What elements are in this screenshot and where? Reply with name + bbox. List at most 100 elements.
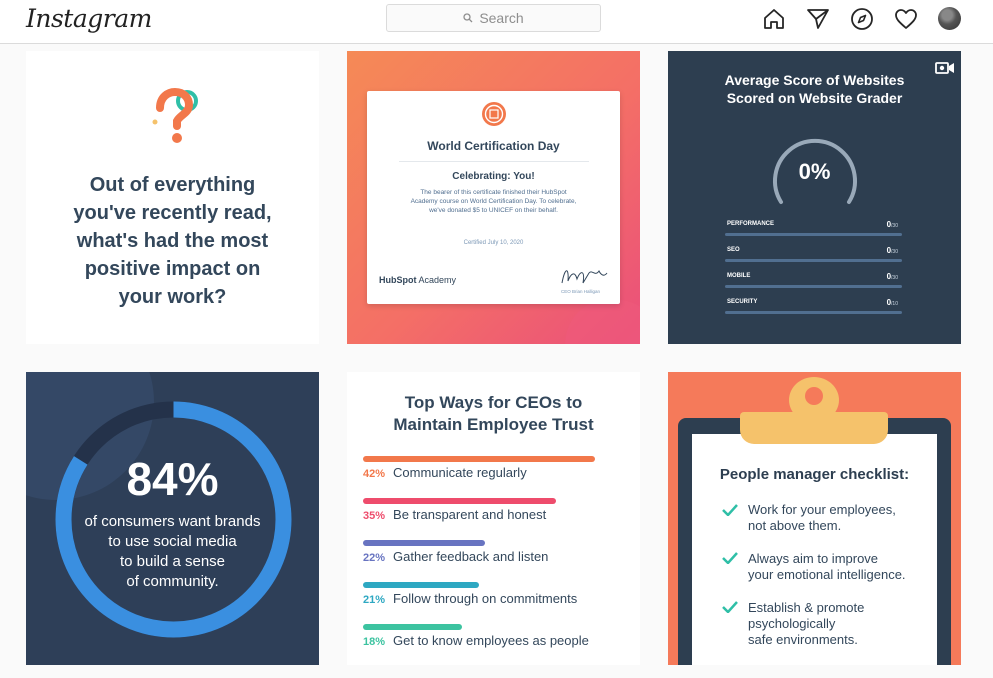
ranking-bar bbox=[363, 456, 595, 462]
metric-score-max: /30 bbox=[891, 223, 898, 229]
ranking-text: Follow through on commitments bbox=[393, 591, 578, 606]
ranking-label: 35% Be transparent and honest bbox=[363, 507, 546, 522]
ranking-title-line: Top Ways for CEOs to bbox=[404, 393, 583, 412]
question-line: positive impact on bbox=[84, 258, 261, 280]
metric-seo: SEO 0/30 bbox=[725, 246, 902, 267]
home-icon[interactable] bbox=[762, 7, 786, 31]
brand-name: HubSpot bbox=[379, 275, 417, 285]
stat-caption-line: to build a sense bbox=[119, 553, 226, 570]
ranking-row: 22% Gather feedback and listen bbox=[363, 540, 623, 570]
question-line: Out of everything bbox=[89, 174, 256, 196]
ranking-row: 21% Follow through on commitments bbox=[363, 582, 623, 612]
ranking-text: Communicate regularly bbox=[393, 465, 527, 480]
clipboard-clip-hole bbox=[805, 387, 823, 405]
post-tile-question[interactable]: Out of everything you've recently read, … bbox=[26, 51, 319, 344]
stat-caption: of consumers want brands to use social m… bbox=[26, 512, 319, 592]
ranking-percent: 42% bbox=[363, 468, 386, 480]
question-line: you've recently read, bbox=[73, 202, 272, 224]
top-navigation-bar: Instagram Search bbox=[0, 0, 993, 44]
checklist-item-line: your emotional intelligence. bbox=[748, 567, 906, 582]
checklist-item-line: psychologically bbox=[748, 616, 836, 631]
certificate-date: Certified July 10, 2020 bbox=[463, 240, 524, 246]
instagram-logo[interactable]: Instagram bbox=[26, 4, 152, 33]
ranking-text: Get to know employees as people bbox=[393, 633, 589, 648]
metric-bar bbox=[725, 259, 902, 262]
metric-score-max: /10 bbox=[891, 301, 898, 307]
metric-performance: PERFORMANCE 0/30 bbox=[725, 220, 902, 241]
ranking-percent: 18% bbox=[363, 636, 386, 648]
stat-caption-line: of consumers want brands bbox=[84, 513, 261, 530]
ranking-bar bbox=[363, 540, 485, 546]
metric-score: 0/30 bbox=[887, 220, 898, 229]
certificate-title: World Certification Day bbox=[427, 139, 560, 153]
grader-title-line: Average Score of Websites bbox=[724, 72, 905, 88]
checklist-item-line: Work for your employees, bbox=[748, 502, 896, 517]
metric-label: MOBILE bbox=[727, 273, 751, 279]
post-tile-certificate[interactable]: World Certification Day Celebrating: You… bbox=[347, 51, 640, 344]
grader-title: Average Score of Websites Scored on Webs… bbox=[668, 71, 961, 107]
divider bbox=[399, 161, 589, 162]
metric-score: 0/30 bbox=[887, 272, 898, 281]
ranking-label: 21% Follow through on commitments bbox=[363, 591, 577, 606]
ranking-percent: 22% bbox=[363, 552, 386, 564]
ranking-percent: 35% bbox=[363, 510, 386, 522]
question-line: what's had the most bbox=[76, 230, 269, 252]
checklist-title: People manager checklist: bbox=[719, 466, 910, 483]
metric-bar bbox=[725, 285, 902, 288]
metric-bar bbox=[725, 233, 902, 236]
ranking-title: Top Ways for CEOs to Maintain Employee T… bbox=[347, 392, 640, 436]
certificate-card: World Certification Day Celebrating: You… bbox=[367, 91, 620, 304]
ranking-percent: 21% bbox=[363, 594, 386, 606]
checklist-item-line: Always aim to improve bbox=[748, 551, 879, 566]
signature bbox=[561, 270, 608, 284]
ranking-row: 35% Be transparent and honest bbox=[363, 498, 623, 528]
metric-label: SECURITY bbox=[727, 299, 758, 305]
checklist-item-line: Establish & promote bbox=[748, 600, 865, 615]
checklist-item: Work for your employees, not above them. bbox=[748, 502, 948, 534]
stat-caption-line: of community. bbox=[126, 573, 219, 590]
check-icon bbox=[722, 601, 738, 613]
metric-bar bbox=[725, 311, 902, 314]
stat-caption-line: to use social media bbox=[108, 533, 237, 550]
checklist-item-line: not above them. bbox=[748, 518, 842, 533]
activity-heart-icon[interactable] bbox=[894, 7, 918, 31]
metric-label: SEO bbox=[727, 247, 740, 253]
profile-avatar[interactable] bbox=[938, 7, 961, 30]
checklist-item-line: safe environments. bbox=[748, 632, 858, 647]
ranking-label: 22% Gather feedback and listen bbox=[363, 549, 548, 564]
ranking-bar bbox=[363, 582, 479, 588]
check-icon bbox=[722, 504, 738, 516]
brand-suffix: Academy bbox=[418, 275, 457, 285]
metric-security: SECURITY 0/10 bbox=[725, 298, 902, 319]
metric-score-max: /30 bbox=[891, 249, 898, 255]
post-tile-stat[interactable]: 84% of consumers want brands to use soci… bbox=[26, 372, 319, 665]
metric-label: PERFORMANCE bbox=[727, 221, 775, 227]
question-mark-icon bbox=[152, 88, 198, 143]
checklist-item: Establish & promote psychologically safe… bbox=[748, 600, 948, 648]
checklist-item: Always aim to improve your emotional int… bbox=[748, 551, 948, 583]
ranking-label: 18% Get to know employees as people bbox=[363, 633, 589, 648]
check-icon bbox=[722, 552, 738, 564]
search-icon bbox=[463, 13, 473, 23]
search-input[interactable]: Search bbox=[386, 4, 601, 32]
certificate-body: The bearer of this certificate finished … bbox=[410, 189, 577, 214]
search-placeholder: Search bbox=[479, 10, 524, 26]
direct-icon[interactable] bbox=[806, 7, 830, 31]
post-tile-checklist[interactable]: People manager checklist: Work for your … bbox=[668, 372, 961, 665]
hubspot-academy-logo: HubSpot Academy bbox=[379, 275, 456, 285]
certificate-subtitle: Celebrating: You! bbox=[452, 171, 535, 182]
ranking-text: Gather feedback and listen bbox=[393, 549, 549, 564]
grader-title-line: Scored on Website Grader bbox=[726, 90, 903, 106]
ranking-row: 42% Communicate regularly bbox=[363, 456, 623, 486]
ranking-bar bbox=[363, 498, 556, 504]
question-text: Out of everything you've recently read, … bbox=[26, 171, 319, 311]
stat-value: 84% bbox=[126, 453, 219, 505]
explore-icon[interactable] bbox=[850, 7, 874, 31]
signer-caption: CEO Brian Halligan bbox=[561, 289, 601, 294]
gauge-value: 0% bbox=[798, 159, 831, 184]
metric-score: 0/30 bbox=[887, 246, 898, 255]
post-tile-ceo-trust[interactable]: Top Ways for CEOs to Maintain Employee T… bbox=[347, 372, 640, 665]
ranking-bar bbox=[363, 624, 462, 630]
ranking-title-line: Maintain Employee Trust bbox=[393, 415, 594, 434]
post-tile-website-grader[interactable]: Average Score of Websites Scored on Webs… bbox=[668, 51, 961, 344]
